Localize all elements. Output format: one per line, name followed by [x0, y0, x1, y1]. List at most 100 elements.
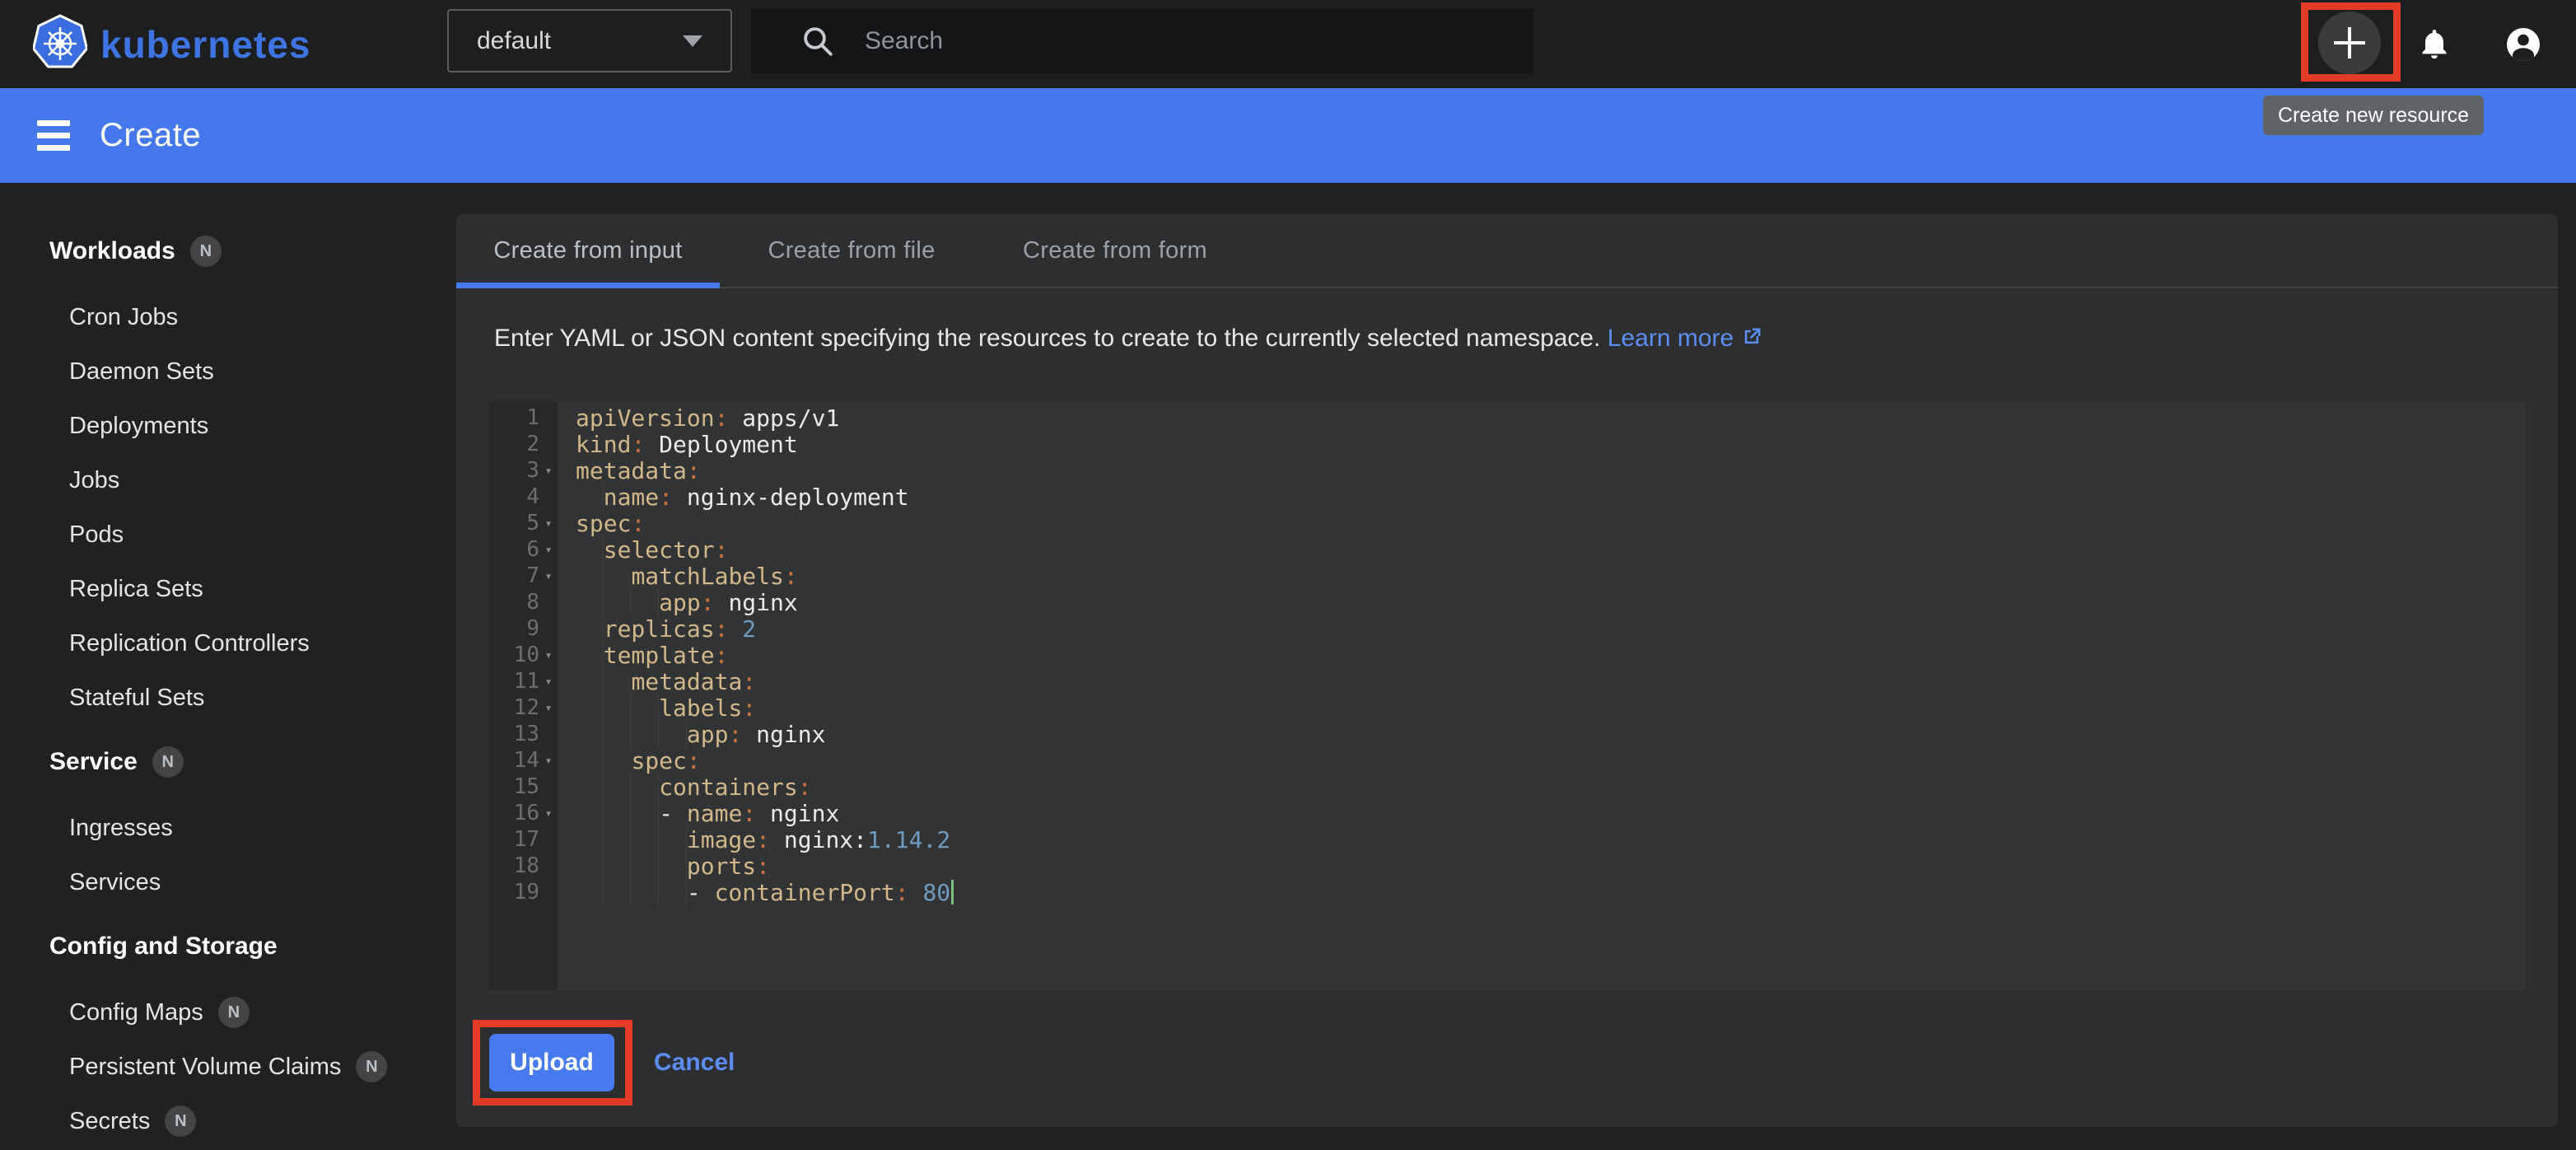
- code-line: 3▾metadata:: [488, 457, 2526, 484]
- code-text: name: nginx-deployment: [558, 484, 909, 510]
- chevron-down-icon: [683, 35, 702, 47]
- namespaced-badge: N: [218, 997, 250, 1028]
- line-number: 6: [488, 537, 539, 562]
- sidebar-item-pods[interactable]: Pods: [0, 507, 458, 562]
- search-input[interactable]: [865, 27, 1441, 55]
- sidebar-item-label: Services: [69, 869, 161, 896]
- line-number: 4: [488, 484, 539, 509]
- annotation-box-create-button: [2301, 2, 2401, 82]
- sidebar-item-label: Service: [49, 748, 138, 776]
- sidebar-item-services[interactable]: Services: [0, 855, 458, 909]
- notifications-button[interactable]: [2416, 0, 2452, 88]
- sidebar-item-workloads[interactable]: WorkloadsN: [0, 224, 458, 278]
- line-number: 11: [488, 669, 539, 694]
- fold-icon[interactable]: ▾: [539, 674, 558, 689]
- brand-text: kubernetes: [100, 22, 310, 67]
- search-bar[interactable]: [751, 8, 1533, 73]
- line-number: 15: [488, 774, 539, 799]
- fold-icon[interactable]: ▾: [539, 568, 558, 583]
- fold-icon[interactable]: ▾: [539, 542, 558, 557]
- line-number: 7: [488, 563, 539, 588]
- code-line: 15 containers:: [488, 774, 2526, 800]
- brand: kubernetes: [33, 0, 310, 88]
- yaml-editor[interactable]: 1apiVersion: apps/v12kind: Deployment3▾m…: [488, 401, 2526, 990]
- sidebar-item-config-and-storage[interactable]: Config and Storage: [0, 919, 458, 974]
- fold-icon[interactable]: ▾: [539, 700, 558, 715]
- content-card: Create from inputCreate from fileCreate …: [456, 214, 2558, 1127]
- sidebar-item-config-maps[interactable]: Config Maps N: [0, 985, 458, 1040]
- tab-create-from-file[interactable]: Create from file: [720, 214, 983, 287]
- code-line: 13 app: nginx: [488, 721, 2526, 747]
- code-line: 19 - containerPort: 80: [488, 879, 2526, 905]
- tab-create-from-input[interactable]: Create from input: [456, 214, 720, 287]
- code-text: template:: [558, 642, 728, 668]
- sidebar-item-stateful-sets[interactable]: Stateful Sets: [0, 671, 458, 725]
- code-text: spec:: [558, 510, 645, 536]
- fold-icon[interactable]: ▾: [539, 463, 558, 478]
- code-line: 14▾ spec:: [488, 747, 2526, 774]
- code-text: - containerPort: 80: [558, 879, 954, 905]
- learn-more-link[interactable]: Learn more: [1608, 325, 1763, 352]
- code-text: selector:: [558, 536, 728, 563]
- line-number: 16: [488, 801, 539, 825]
- namespaced-badge: N: [356, 1051, 387, 1082]
- code-text: kind: Deployment: [558, 431, 798, 457]
- sidebar-item-replica-sets[interactable]: Replica Sets: [0, 562, 458, 616]
- namespace-select[interactable]: default: [447, 9, 732, 72]
- fold-icon[interactable]: ▾: [539, 753, 558, 768]
- code-line: 9 replicas: 2: [488, 615, 2526, 642]
- fold-icon[interactable]: ▾: [539, 516, 558, 531]
- cancel-button[interactable]: Cancel: [654, 1049, 735, 1077]
- code-text: matchLabels:: [558, 563, 798, 589]
- line-number: 8: [488, 590, 539, 615]
- sidebar-item-jobs[interactable]: Jobs: [0, 453, 458, 507]
- code-text: metadata:: [558, 457, 701, 484]
- code-line: 4 name: nginx-deployment: [488, 484, 2526, 510]
- code-lines: 1apiVersion: apps/v12kind: Deployment3▾m…: [488, 404, 2526, 905]
- sidebar-item-label: Pods: [69, 521, 124, 549]
- sidebar-item-secrets[interactable]: SecretsN: [0, 1094, 458, 1148]
- code-text: containers:: [558, 774, 812, 800]
- sidebar-item-label: Cron Jobs: [69, 304, 178, 331]
- namespace-value: default: [477, 27, 551, 55]
- sidebar-item-label: Replication Controllers: [69, 630, 310, 657]
- top-bar: kubernetes default: [0, 0, 2576, 88]
- code-line: 11▾ metadata:: [488, 668, 2526, 694]
- sidebar-item-deployments[interactable]: Deployments: [0, 399, 458, 453]
- line-number: 5: [488, 511, 539, 535]
- account-button[interactable]: [2504, 0, 2543, 88]
- sidebar-item-label: Deployments: [69, 413, 208, 440]
- sidebar-item-persistent-volume-claims[interactable]: Persistent Volume ClaimsN: [0, 1040, 458, 1094]
- code-text: apiVersion: apps/v1: [558, 404, 839, 431]
- code-text: - name: nginx: [558, 800, 839, 826]
- sidebar-item-cron-jobs[interactable]: Cron Jobs: [0, 290, 458, 344]
- sidebar-item-label: Workloads: [49, 237, 175, 265]
- code-line: 8 app: nginx: [488, 589, 2526, 615]
- code-line: 7▾ matchLabels:: [488, 563, 2526, 589]
- code-line: 16▾ - name: nginx: [488, 800, 2526, 826]
- sidebar-item-ingresses[interactable]: Ingresses: [0, 801, 458, 855]
- tab-create-from-form[interactable]: Create from form: [983, 214, 1247, 287]
- fold-icon[interactable]: ▾: [539, 806, 558, 820]
- line-number: 19: [488, 880, 539, 905]
- sidebar-item-label: Config Maps: [69, 999, 203, 1026]
- code-text: app: nginx: [558, 721, 825, 747]
- code-text: metadata:: [558, 668, 756, 694]
- line-number: 12: [488, 695, 539, 720]
- line-number: 17: [488, 827, 539, 852]
- line-number: 13: [488, 722, 539, 746]
- sidebar-item-service[interactable]: ServiceN: [0, 735, 458, 789]
- sidebar-item-replication-controllers[interactable]: Replication Controllers: [0, 616, 458, 671]
- menu-button[interactable]: [37, 120, 70, 151]
- line-number: 10: [488, 643, 539, 667]
- sidebar-item-daemon-sets[interactable]: Daemon Sets: [0, 344, 458, 399]
- sidebar-item-label: Secrets: [69, 1108, 150, 1135]
- search-icon: [800, 24, 835, 58]
- app-bar: Create: [0, 88, 2576, 183]
- description-text: Enter YAML or JSON content specifying th…: [494, 325, 1600, 352]
- bell-icon: [2416, 26, 2452, 63]
- tab-bar: Create from inputCreate from fileCreate …: [456, 214, 2558, 288]
- fold-icon[interactable]: ▾: [539, 647, 558, 662]
- code-line: 1apiVersion: apps/v1: [488, 404, 2526, 431]
- hamburger-icon: [37, 120, 70, 126]
